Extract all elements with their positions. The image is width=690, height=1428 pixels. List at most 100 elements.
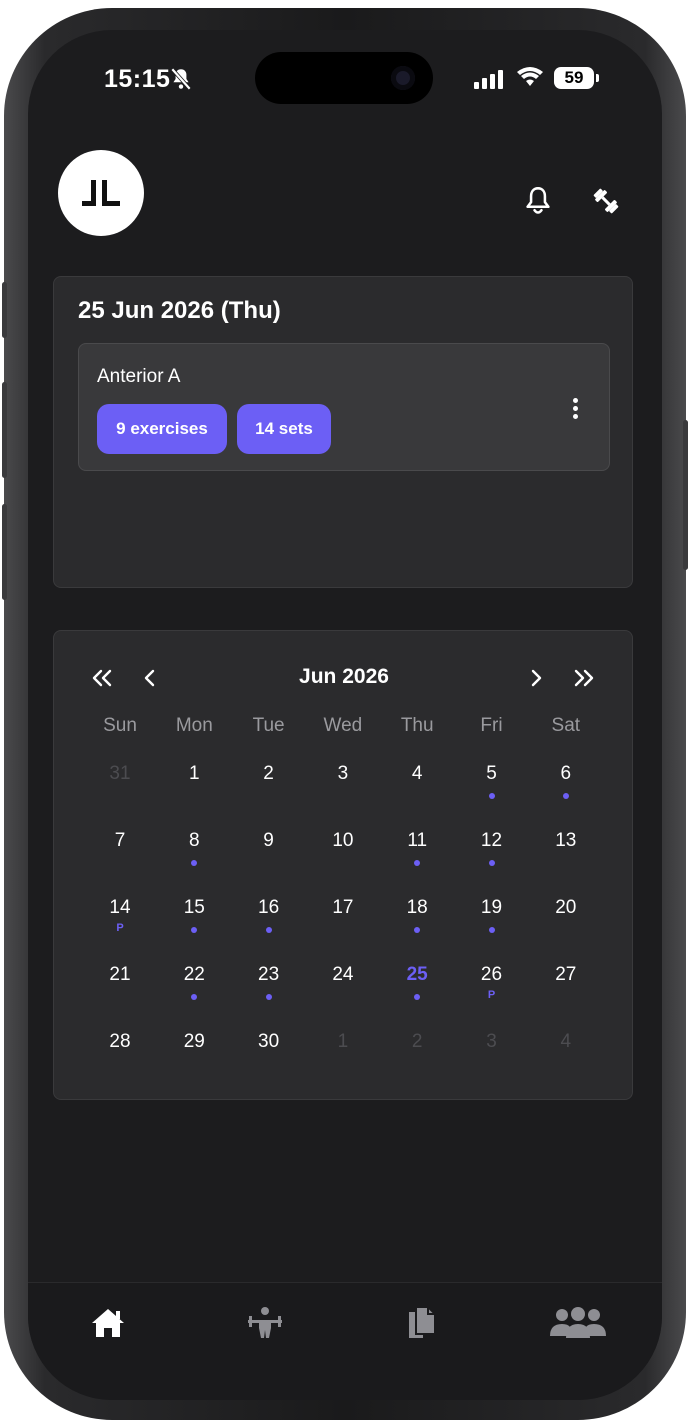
calendar-day[interactable]: 30 <box>232 1031 306 1091</box>
documents-icon <box>409 1306 436 1338</box>
calendar-day[interactable]: 4 <box>529 1031 603 1091</box>
tab-community[interactable] <box>546 1299 610 1347</box>
calendar-day[interactable]: 24 <box>306 964 380 1024</box>
day-number: 13 <box>555 830 577 851</box>
sets-chip[interactable]: 14 sets <box>237 404 331 454</box>
status-bar: 15:15 59 <box>28 30 662 120</box>
day-number: 29 <box>183 1031 205 1052</box>
more-options-icon[interactable] <box>565 394 585 422</box>
workout-dot <box>191 860 198 866</box>
calendar-day[interactable]: 11 <box>380 830 454 890</box>
day-number: 4 <box>411 763 423 784</box>
calendar-day[interactable]: 13 <box>529 830 603 890</box>
day-number: 4 <box>560 1031 572 1052</box>
calendar-day[interactable]: 15 <box>157 897 231 957</box>
battery-nub <box>596 74 599 82</box>
bell-icon <box>526 187 550 214</box>
calendar-day[interactable]: 4 <box>380 763 454 823</box>
calendar-day[interactable]: 1 <box>157 763 231 823</box>
calendar-day[interactable]: 21 <box>83 964 157 1024</box>
calendar-day[interactable]: 8 <box>157 830 231 890</box>
calendar-day[interactable]: 28 <box>83 1031 157 1091</box>
double-chevron-right-icon <box>574 669 594 687</box>
calendar-card: Jun 2026 Sun Mon Tue Wed Thu Fri Sat 31 1 2 3 4 5 6 7… <box>53 630 633 1100</box>
calendar-day[interactable]: 17 <box>306 897 380 957</box>
calendar-day[interactable]: 3 <box>455 1031 529 1091</box>
home-icon <box>92 1309 124 1337</box>
weekday-fri: Fri <box>480 715 503 736</box>
calendar-day[interactable]: 14 P <box>83 897 157 957</box>
day-number: 2 <box>411 1031 423 1052</box>
calendar-day[interactable]: 31 <box>83 763 157 823</box>
workout-dot <box>191 994 198 1000</box>
day-number: 5 <box>486 763 497 784</box>
bottom-tab-bar <box>28 1282 662 1400</box>
calendar-day[interactable]: 3 <box>306 763 380 823</box>
day-number: 15 <box>183 897 205 918</box>
calendar-day[interactable]: 27 <box>529 964 603 1024</box>
calendar-day[interactable]: 2 <box>380 1031 454 1091</box>
workout-dot <box>414 994 421 1000</box>
battery-indicator: 59 <box>554 67 594 89</box>
workouts-button[interactable] <box>586 181 626 221</box>
cellular-signal-icon <box>474 70 503 89</box>
dynamic-island <box>255 52 433 104</box>
calendar-day[interactable]: 20 <box>529 897 603 957</box>
avatar[interactable] <box>58 150 144 236</box>
day-number: 16 <box>258 897 280 918</box>
calendar-day[interactable]: 16 <box>232 897 306 957</box>
next-year-button[interactable] <box>566 661 602 695</box>
weekday-wed: Wed <box>323 715 363 736</box>
day-number: 25 <box>406 964 428 985</box>
day-mark: P <box>487 989 496 1001</box>
notifications-button[interactable] <box>518 181 558 221</box>
day-number: 2 <box>263 763 274 784</box>
day-number: 12 <box>480 830 503 851</box>
calendar-day[interactable]: 2 <box>232 763 306 823</box>
weekday-mon: Mon <box>175 715 213 736</box>
volume-down-button <box>2 504 7 600</box>
dumbbell-icon <box>593 188 619 214</box>
chevron-right-icon <box>531 669 542 687</box>
camera-icon <box>391 66 415 90</box>
calendar-day[interactable]: 22 <box>157 964 231 1024</box>
day-mark: P <box>116 922 124 934</box>
action-button <box>2 282 7 338</box>
calendar-day[interactable]: 25 <box>380 964 454 1024</box>
weekday-sun: Sun <box>103 715 137 736</box>
day-number: 28 <box>109 1031 131 1052</box>
calendar-day[interactable]: 10 <box>306 830 380 890</box>
workout-dot <box>414 860 421 866</box>
tab-home[interactable] <box>76 1299 140 1347</box>
calendar-day[interactable]: 26 P <box>455 964 529 1024</box>
calendar-day[interactable]: 5 <box>455 763 529 823</box>
calendar-day[interactable]: 6 <box>529 763 603 823</box>
calendar-day[interactable]: 18 <box>380 897 454 957</box>
bell-slash-icon <box>170 67 192 91</box>
workout-card[interactable]: Anterior A 9 exercises 14 sets <box>78 343 610 471</box>
tab-documents[interactable] <box>390 1299 454 1347</box>
workout-dot <box>488 793 495 799</box>
day-number: 9 <box>263 830 274 851</box>
day-number: 3 <box>337 763 349 784</box>
tab-workouts[interactable] <box>233 1299 297 1347</box>
calendar-day[interactable]: 23 <box>232 964 306 1024</box>
workout-dot <box>265 994 272 1000</box>
day-number: 23 <box>258 964 280 985</box>
calendar-day[interactable]: 19 <box>455 897 529 957</box>
calendar-day[interactable]: 12 <box>455 830 529 890</box>
power-button <box>683 420 688 570</box>
workout-dot <box>562 793 569 799</box>
day-number: 6 <box>560 763 572 784</box>
weekday-tue: Tue <box>252 715 285 736</box>
calendar-day[interactable]: 9 <box>232 830 306 890</box>
volume-up-button <box>2 382 7 478</box>
today-card: 25 Jun 2026 (Thu) Anterior A 9 exercises… <box>53 276 633 588</box>
calendar-day[interactable]: 7 <box>83 830 157 890</box>
day-number: 17 <box>332 897 354 918</box>
next-month-button[interactable] <box>518 661 554 695</box>
calendar-day[interactable]: 29 <box>157 1031 231 1091</box>
day-number: 19 <box>480 897 503 918</box>
calendar-day[interactable]: 1 <box>306 1031 380 1091</box>
exercises-chip[interactable]: 9 exercises <box>97 404 227 454</box>
